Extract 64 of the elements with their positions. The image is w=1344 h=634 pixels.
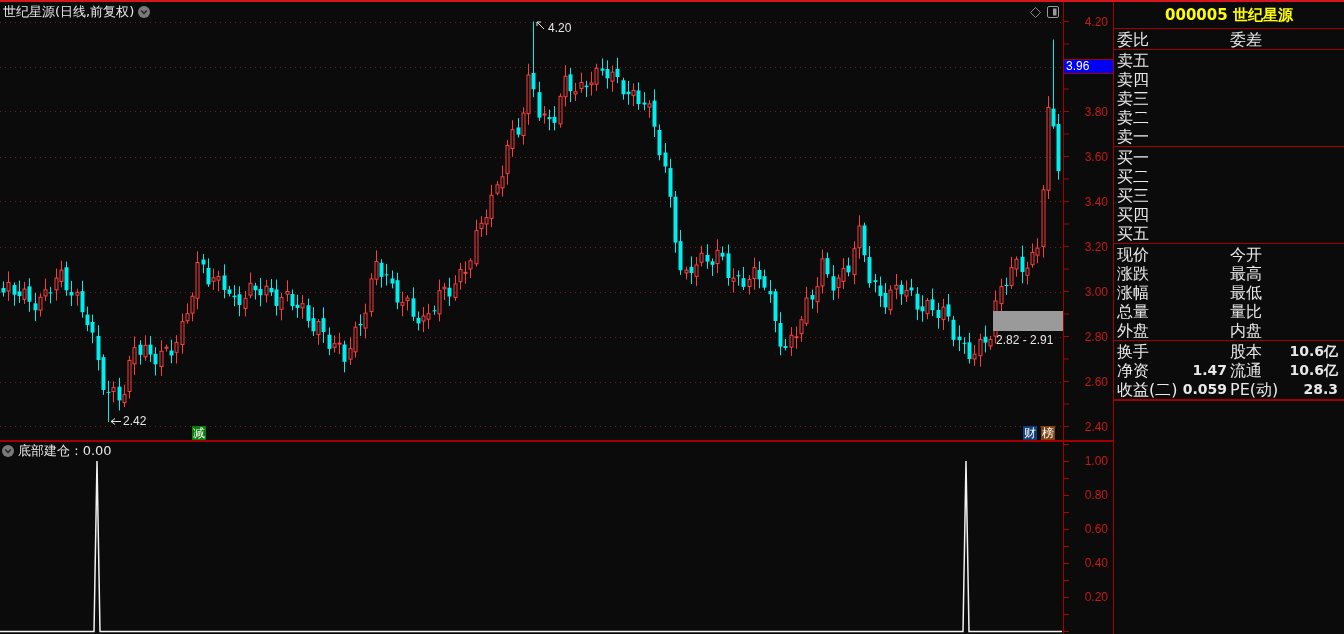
axis-label: 3.00 <box>1084 284 1109 299</box>
chart-title: 世纪星源(日线,前复权) <box>3 4 135 20</box>
axis-label: 3.60 <box>1084 149 1109 164</box>
low-price-label: 2.42 <box>123 414 147 429</box>
order-level-label: 卖一 <box>1117 127 1149 146</box>
field-label: 涨跌 <box>1117 264 1149 283</box>
range-label: 2.82 - 2.91 <box>996 333 1054 348</box>
order-level-label: 卖二 <box>1117 108 1149 127</box>
field-label: 涨幅 <box>1117 283 1149 302</box>
field-label: 总量 <box>1117 302 1149 321</box>
chevron-down-icon[interactable] <box>2 445 14 457</box>
arrow-icon <box>536 21 545 30</box>
axis-label: 1.00 <box>1084 454 1109 468</box>
axis-label: 2.60 <box>1084 374 1109 389</box>
field-label: 委差 <box>1230 30 1262 49</box>
field-label: 内盘 <box>1230 321 1262 340</box>
order-level-label: 买五 <box>1117 224 1149 243</box>
field-label: 今开 <box>1230 245 1262 264</box>
diamond-icon[interactable] <box>1030 6 1041 18</box>
axis-label: 0.40 <box>1084 556 1109 570</box>
order-level-label: 买一 <box>1117 148 1149 167</box>
field-label: 收益(二) <box>1117 380 1178 399</box>
high-price-label: 4.20 <box>548 21 572 36</box>
order-level-label: 买三 <box>1117 186 1149 205</box>
axis-label: 2.40 <box>1084 419 1109 434</box>
event-badge: 减 <box>192 426 206 440</box>
axis-label: 3.80 <box>1084 104 1109 119</box>
arrow-icon <box>110 418 122 425</box>
field-label: 现价 <box>1117 245 1149 264</box>
axis-label: 0.60 <box>1084 522 1109 536</box>
axis-label: 4.20 <box>1084 14 1109 29</box>
field-label: 最高 <box>1230 264 1262 283</box>
indicator-title: 底部建仓 : 0.00 <box>18 443 112 459</box>
axis-label: 2.80 <box>1084 329 1109 344</box>
field-value: 0.059 <box>1182 380 1227 399</box>
event-badge: 财 <box>1023 426 1037 440</box>
field-label: 换手 <box>1117 342 1149 361</box>
order-level-label: 买二 <box>1117 167 1149 186</box>
field-label: 最低 <box>1230 283 1262 302</box>
field-label: PE(动) <box>1230 380 1279 399</box>
highlight-block <box>993 311 1063 331</box>
field-value: 10.6亿 <box>1289 361 1338 380</box>
axis-label: 0.80 <box>1084 488 1109 502</box>
axis-label: 3.20 <box>1084 239 1109 254</box>
order-level-label: 卖五 <box>1117 51 1149 70</box>
stock-title: 000005 世纪星源 <box>1114 2 1344 29</box>
field-label: 股本 <box>1230 342 1262 361</box>
field-label: 外盘 <box>1117 321 1149 340</box>
axis-label: 0.20 <box>1084 590 1109 604</box>
current-price-tag: 3.96 <box>1064 59 1113 74</box>
field-label: 量比 <box>1230 302 1262 321</box>
order-level-label: 卖四 <box>1117 70 1149 89</box>
field-value: 28.3 <box>1303 380 1338 399</box>
field-value: 10.6亿 <box>1289 342 1338 361</box>
order-level-label: 买四 <box>1117 205 1149 224</box>
field-label: 流通 <box>1230 361 1262 380</box>
axis-label: 3.40 <box>1084 194 1109 209</box>
chevron-down-icon[interactable] <box>138 6 151 18</box>
event-badge: 榜 <box>1041 426 1055 440</box>
order-level-label: 卖三 <box>1117 89 1149 108</box>
split-window-icon[interactable] <box>1047 6 1059 18</box>
field-value: 1.47 <box>1192 361 1227 380</box>
field-label: 委比 <box>1117 30 1149 49</box>
field-label: 净资 <box>1117 361 1149 380</box>
